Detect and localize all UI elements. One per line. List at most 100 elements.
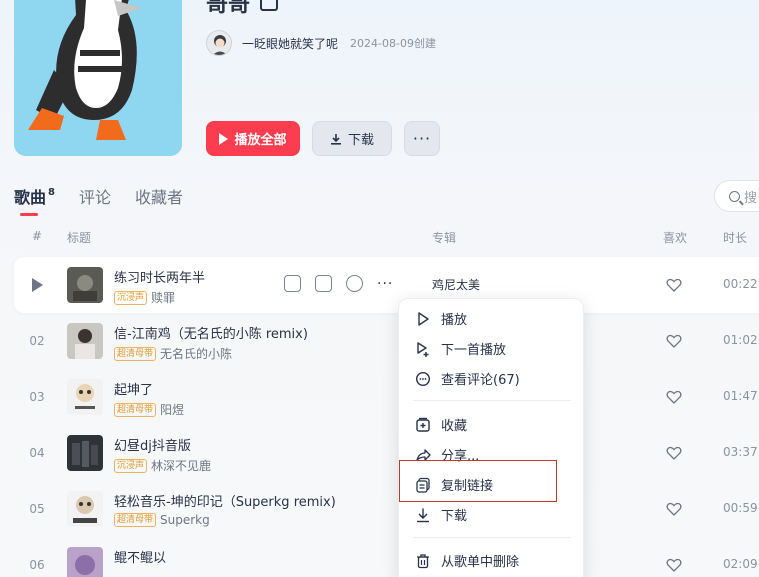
song-artist[interactable]: 无名氏的小陈 [160,345,232,362]
table-row[interactable]: 06 鲲不鲲以 02:09 [14,537,759,577]
menu-item-play[interactable]: 播放 [415,309,467,328]
menu-item-label: 收藏 [441,419,468,434]
download-label: 下载 [347,133,374,148]
tab-comments[interactable]: 评论 [79,184,111,208]
song-title[interactable]: 起坤了 [114,379,153,398]
song-artist[interactable]: 林深不见鹿 [151,457,211,474]
row-index: 06 [29,558,45,572]
table-row[interactable]: 05 轻松音乐-坤的印记（Superkg remix) 超清母带 Superkg… [14,481,759,537]
heart-icon[interactable] [666,389,682,405]
song-duration: 03:37 [723,445,758,459]
menu-item-remove[interactable]: 从歌单中删除 [415,551,519,570]
edit-icon[interactable] [260,0,279,11]
heart-icon[interactable] [666,333,682,349]
song-cover [67,547,103,577]
header-album: 专辑 [432,231,457,245]
creator-name[interactable]: 一眨眼她就笑了呢 [242,35,338,52]
table-row[interactable]: 03 起坤了 超清母带 阳煜 01:47 [14,369,759,425]
add-to-playlist-icon[interactable] [315,275,332,292]
download-icon [330,133,341,145]
more-button[interactable]: ··· [404,121,440,156]
song-title[interactable]: 幻昼dj抖音版 [114,435,191,454]
play-next-icon [417,341,429,357]
song-meta: 沉浸声 赎罪 [114,289,175,306]
row-index: 02 [29,334,45,348]
download-icon[interactable] [284,275,301,292]
play-all-label: 播放全部 [234,133,287,148]
song-title[interactable]: 鲲不鲲以 [114,547,166,566]
trash-icon [417,553,429,568]
playlist-title-text: 哥哥 [206,0,251,17]
table-row[interactable]: 04 幻昼dj抖音版 沉浸声 林深不见鹿 03:37 [14,425,759,481]
row-actions: ··· [284,275,393,292]
song-duration: 01:02 [723,333,758,347]
play-all-button[interactable]: 播放全部 [206,121,300,156]
table-row[interactable]: 练习时长两年半 沉浸声 赎罪 ··· 鸡尼太美 00:22 [14,257,759,313]
song-artist[interactable]: 赎罪 [151,289,175,306]
song-title[interactable]: 练习时长两年半 [114,267,205,286]
song-meta: 超清母带 阳煜 [114,401,184,418]
heart-icon[interactable] [666,557,682,573]
row-play-button[interactable] [24,257,50,313]
song-cover [67,435,103,471]
play-icon [219,132,229,145]
song-cover [67,323,103,359]
song-title[interactable]: 信-江南鸡（无名氏的小陈 remix) [114,323,308,342]
header-like: 喜欢 [663,231,688,245]
song-duration: 00:22 [723,277,758,291]
song-duration: 01:47 [723,389,758,403]
menu-item-label: 查看评论(67) [441,373,520,388]
song-cover [67,379,103,415]
menu-divider [413,537,571,538]
quality-tag: 超清母带 [114,402,157,417]
tab-collectors[interactable]: 收藏者 [135,184,183,208]
header-title: 标题 [67,231,92,245]
playlist-cover[interactable]: 2 [14,0,182,156]
collect-icon [416,417,430,432]
play-icon [418,311,429,326]
download-button[interactable]: 下载 [312,121,392,156]
header-duration: 时长 [723,231,748,245]
song-duration: 00:59 [723,501,758,515]
tab-songs[interactable]: 歌曲 8 [14,184,55,216]
quality-tag: 超清母带 [114,346,157,361]
heart-icon[interactable] [666,277,682,293]
creator-avatar[interactable] [206,30,232,56]
row-index: 04 [29,446,45,460]
tabs: 歌曲 8 评论 收藏者 [14,184,183,216]
play-icon [31,278,43,292]
menu-item-download[interactable]: 下载 [415,505,467,524]
more-icon[interactable]: ··· [377,276,393,292]
menu-item-label: 播放 [441,313,468,328]
context-menu: 播放 下一首播放 查看评论(67) 收藏 分享... 复制链接 下载 从歌单中删… [398,298,584,577]
quality-tag: 超清母带 [114,513,157,527]
song-meta: 沉浸声 林深不见鹿 [114,457,211,474]
header-index: # [32,229,43,243]
heart-icon[interactable] [666,501,682,517]
row-index: 03 [29,390,45,404]
song-title[interactable]: 轻松音乐-坤的印记（Superkg remix) [114,491,336,510]
song-album[interactable]: 鸡尼太美 [432,276,480,293]
menu-item-collect[interactable]: 收藏 [415,415,467,434]
row-index: 05 [29,502,45,516]
menu-item-view-comments[interactable]: 查看评论(67) [415,369,520,388]
heart-icon[interactable] [666,445,682,461]
menu-item-label: 下载 [441,509,468,524]
download-icon [417,508,429,522]
menu-item-play-next[interactable]: 下一首播放 [415,339,506,358]
tab-songs-count: 8 [48,186,55,198]
song-meta: 超清母带 Superkg [114,513,210,527]
search-input[interactable]: 搜 [714,180,759,212]
created-date: 2024-08-09创建 [350,37,436,50]
quality-tag: 沉浸声 [114,458,148,473]
table-row[interactable]: 02 信-江南鸡（无名氏的小陈 remix) 超清母带 无名氏的小陈 01:02 [14,313,759,369]
search-icon [729,190,740,202]
song-artist[interactable]: 阳煜 [160,401,184,418]
playlist-title: 哥哥 [206,0,279,18]
comment-icon[interactable] [346,275,363,292]
tab-songs-label: 歌曲 [14,188,47,207]
menu-item-label: 从歌单中删除 [441,555,520,570]
song-meta: 超清母带 无名氏的小陈 [114,345,232,362]
song-artist[interactable]: Superkg [160,513,210,527]
song-cover [67,267,103,303]
